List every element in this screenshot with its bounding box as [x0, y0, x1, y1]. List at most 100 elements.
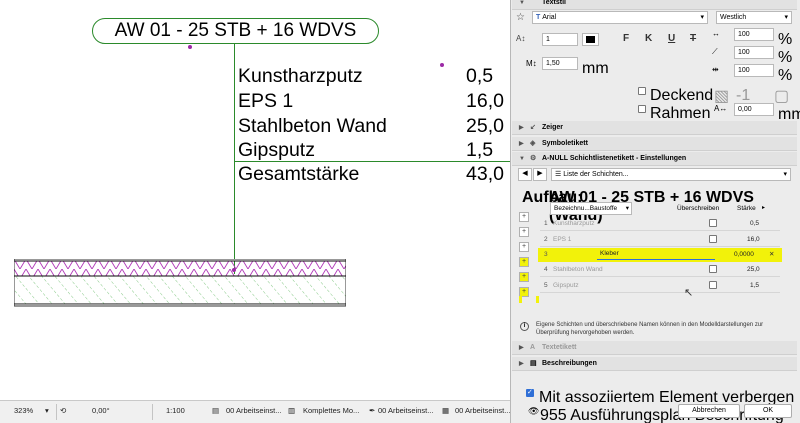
zoom-dropdown-icon[interactable]: ▾ [45, 406, 49, 415]
favorite-star-icon[interactable]: ☆ [516, 12, 525, 23]
label-title[interactable]: AW 01 - 25 STB + 16 WDVS [92, 18, 379, 44]
section-settings-header[interactable]: ▼ ⚙ A-NULL Schichtlistenetikett - Einste… [512, 152, 797, 166]
wall-section[interactable] [14, 259, 346, 307]
drawing-canvas[interactable]: AW 01 - 25 STB + 16 WDVS Kunstharzputz 0… [0, 0, 510, 400]
add-row-button[interactable]: + [519, 227, 529, 237]
settings-icon: ⚙ [530, 155, 537, 162]
next-button[interactable]: ▶ [533, 168, 547, 181]
section-descriptions-header[interactable]: ▶ ▤ Beschreibungen [512, 357, 797, 371]
pen-set-icon[interactable]: ✒ [369, 406, 375, 415]
layer-set-value[interactable]: 00 Arbeitseinst... [226, 406, 281, 415]
add-row-button[interactable]: + [519, 257, 529, 267]
add-row-button[interactable]: + [519, 242, 529, 252]
opaque-checkbox[interactable] [638, 87, 646, 95]
close-icon[interactable]: ✕ [769, 250, 774, 258]
row-name: Stahlbeton Wand [553, 266, 603, 273]
chevron-down-icon: ▾ [784, 14, 788, 21]
row-name: EPS 1 [553, 236, 572, 243]
text-size-input[interactable]: 1 [542, 33, 578, 46]
frame-checkbox[interactable] [638, 105, 646, 113]
row-number: 1 [544, 220, 548, 227]
override-checkbox[interactable] [709, 265, 717, 273]
row-name-input[interactable]: Kleber [597, 249, 715, 260]
width-factor-input[interactable]: 100 [734, 28, 774, 41]
line-spacing-unit: mm [582, 60, 609, 77]
table-row[interactable]: 2 EPS 1 16,0 [540, 233, 780, 247]
override-checkbox[interactable] [709, 281, 717, 289]
frame-offset-input[interactable]: 0,00 [734, 103, 774, 116]
app-window: AW 01 - 25 STB + 16 WDVS Kunstharzputz 0… [0, 0, 800, 423]
table-row-highlighted[interactable]: 3 Kleber 0,0000 ✕ [538, 248, 782, 262]
script-dropdown[interactable]: Westlich ▾ [716, 11, 792, 24]
model-view-icon[interactable]: ▥ [288, 406, 295, 415]
width-factor-value: 100 [738, 31, 750, 38]
underline-button[interactable]: U [668, 33, 675, 44]
font-dropdown[interactable]: T Arial ▾ [532, 11, 708, 24]
table-row[interactable]: 4 Stahlbeton Wand 25,0 [540, 263, 780, 277]
highlight-mark [536, 296, 539, 303]
pen-set-value[interactable]: 00 Arbeitseinst... [378, 406, 433, 415]
font-name: Arial [542, 14, 557, 21]
table-row[interactable]: 1 Kunstharzputz 0,5 [540, 217, 780, 231]
row-thickness: 16,0 [747, 236, 760, 243]
section-symbol-label: Symboletikett [542, 140, 588, 147]
spacing-input[interactable]: 100 [734, 64, 774, 77]
wall-layer-concrete [14, 275, 346, 305]
cancel-button[interactable]: Abbrechen [678, 404, 740, 418]
add-row-button[interactable]: + [519, 212, 529, 222]
row-thickness: 25,0 [747, 266, 760, 273]
section-settings-label: A-NULL Schichtlistenetikett - Einstellun… [542, 155, 687, 162]
overrides-value[interactable]: 00 Arbeitseinst... [455, 406, 510, 415]
line-spacing-value: 1,50 [546, 60, 560, 67]
info-text: Eigene Schichten und überschriebene Name… [536, 322, 764, 336]
section-symbol-header[interactable]: ▶ ◈ Symboletikett [512, 137, 797, 151]
opaque-label: Deckend [650, 87, 714, 104]
section-textstyle-header[interactable]: ▼ Textstil [512, 0, 797, 10]
layer-name-4: Gipsputz [238, 139, 315, 161]
model-view-value[interactable]: Komplettes Mo... [303, 406, 359, 415]
symbol-icon: ◈ [530, 140, 536, 147]
section-textlabel-header[interactable]: ▶ A Textetikett [512, 341, 797, 355]
scale-value[interactable]: 1:100 [166, 406, 185, 415]
row-number: 5 [544, 282, 548, 289]
row-number: 3 [544, 251, 548, 258]
zoom-value[interactable]: 323% [14, 406, 33, 415]
selection-handle[interactable] [440, 63, 444, 67]
slant-unit: % [778, 49, 793, 66]
column-name-dropdown[interactable]: Bezeichnu...Baustoffe ▾ [550, 202, 632, 215]
row-thickness: 0,0000 [734, 251, 754, 258]
override-checkbox[interactable] [709, 235, 717, 243]
pen-color-button[interactable] [582, 33, 599, 46]
text-size-value: 1 [546, 36, 550, 43]
layer-value-4: 1,5 [466, 139, 494, 161]
strikethrough-button[interactable]: T [690, 33, 696, 44]
ok-button[interactable]: OK [744, 404, 792, 418]
text-size-icon: A↕ [516, 34, 526, 43]
prev-button[interactable]: ◀ [518, 168, 532, 181]
layer-list-dropdown[interactable]: ☰ Liste der Schichten... ▾ [551, 168, 791, 181]
layer-set-icon[interactable]: ▤ [212, 406, 219, 415]
line-spacing-input[interactable]: 1,50 [542, 57, 578, 70]
descriptions-icon: ▤ [530, 360, 537, 367]
italic-button[interactable]: K [645, 33, 652, 44]
angle-value[interactable]: 0,00° [92, 406, 110, 415]
hide-with-element-checkbox[interactable] [526, 388, 534, 397]
overrides-icon[interactable]: ▦ [442, 406, 449, 415]
section-pointer-header[interactable]: ▶ ↙ Zeiger [512, 121, 797, 135]
column-override-header: Überschreiben [677, 205, 720, 212]
override-checkbox[interactable] [709, 219, 717, 227]
row-number: 4 [544, 266, 548, 273]
add-row-button[interactable]: + [519, 272, 529, 282]
pointer-icon: ↙ [530, 124, 536, 131]
section-descriptions-label: Beschreibungen [542, 360, 597, 367]
selection-handle[interactable] [188, 45, 192, 49]
bold-button[interactable]: F [623, 33, 629, 44]
expand-icon: ▶ [519, 361, 524, 367]
line-spacing-icon: M↕ [526, 59, 537, 68]
row-name: Kleber [600, 250, 619, 257]
rotate-icon[interactable]: ⟲ [60, 406, 66, 415]
table-row[interactable]: 5 Gipsputz 1,5 [540, 279, 780, 293]
section-textstyle-label: Textstil [542, 0, 566, 6]
slant-input[interactable]: 100 [734, 46, 774, 59]
eye-icon[interactable]: 👁 [528, 406, 539, 417]
